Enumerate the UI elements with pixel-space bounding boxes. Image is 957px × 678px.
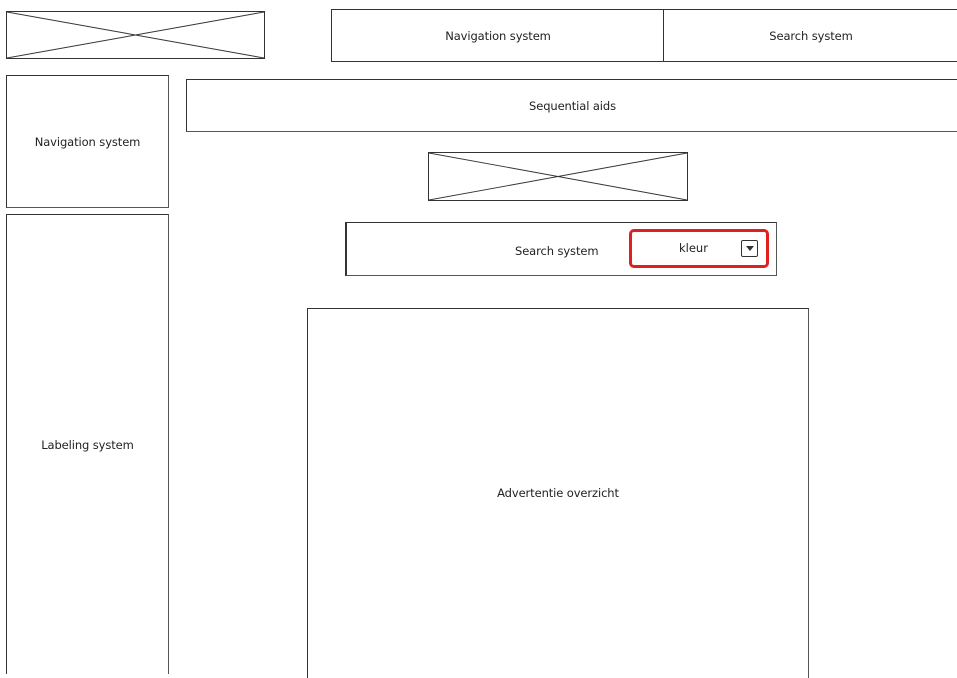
logo-image-placeholder — [6, 11, 265, 59]
top-search-system[interactable]: Search system — [663, 9, 957, 62]
sequential-aids-label: Sequential aids — [529, 98, 616, 113]
sidebar-labeling-label: Labeling system — [41, 437, 134, 452]
top-navigation-label: Navigation system — [445, 28, 551, 43]
top-search-label: Search system — [769, 28, 853, 43]
chevron-down-icon[interactable] — [741, 240, 758, 257]
sidebar-navigation-label: Navigation system — [34, 134, 141, 149]
sequential-aids[interactable]: Sequential aids — [186, 79, 957, 132]
ad-overview-label: Advertentie overzicht — [497, 486, 619, 500]
search-system-label: Search system — [515, 244, 599, 258]
dropdown-selected-value: kleur — [679, 241, 708, 255]
image-placeholder-icon — [429, 153, 687, 200]
content-image-placeholder — [428, 152, 688, 201]
ad-overview-panel: Advertentie overzicht — [307, 308, 809, 678]
top-navigation-system[interactable]: Navigation system — [331, 9, 664, 62]
color-filter-dropdown[interactable]: kleur — [629, 229, 769, 268]
sidebar-navigation-system[interactable]: Navigation system — [6, 75, 169, 208]
sidebar-labeling-system: Labeling system — [6, 214, 169, 674]
image-placeholder-icon — [7, 12, 264, 58]
